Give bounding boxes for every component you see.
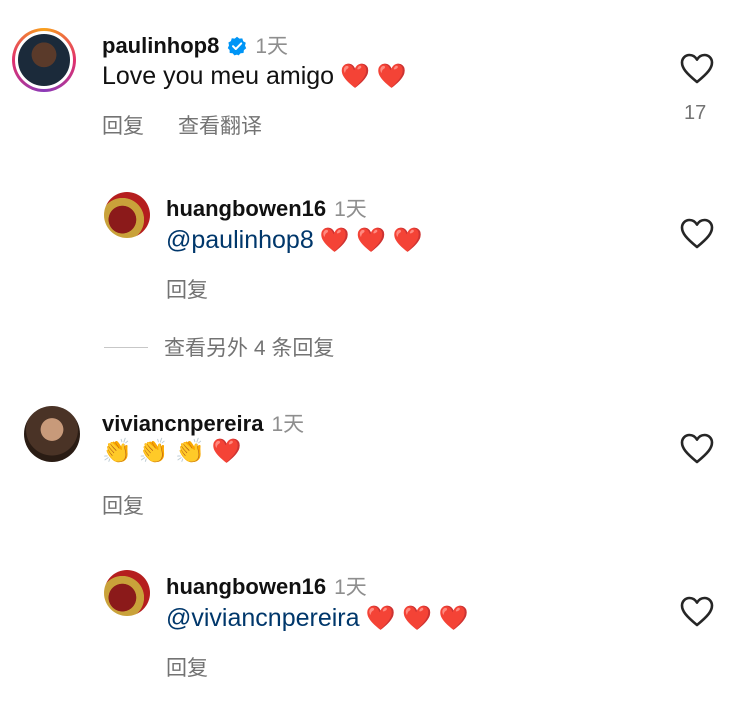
comment-actions: 回复 — [166, 274, 208, 304]
reply-button[interactable]: 回复 — [102, 490, 144, 520]
comment-text-content: Love you meu amigo — [102, 62, 335, 90]
comment-time: 1天 — [271, 413, 305, 436]
avatar-viviancnpereira[interactable] — [24, 406, 80, 462]
comment-username[interactable]: huangbowen16 — [166, 574, 326, 600]
view-more-replies-label: 查看另外 4 条回复 — [164, 337, 335, 360]
comment-username[interactable]: viviancnpereira — [102, 411, 263, 437]
avatar-huangbowen16[interactable] — [104, 192, 150, 238]
comment-username[interactable]: paulinhop8 — [102, 33, 219, 59]
avatar-paulinhop8[interactable] — [12, 28, 76, 92]
comment-time: 1天 — [255, 35, 289, 58]
comment-text: Love you meu amigo ❤️ ❤️ — [102, 62, 407, 91]
reply-button[interactable]: 回复 — [166, 274, 208, 304]
comment-text: 👏 👏 👏 ❤️ — [102, 440, 242, 464]
reply-button[interactable]: 回复 — [102, 110, 144, 140]
comment-text: @viviancnpereira ❤️ ❤️ ❤️ — [166, 604, 469, 633]
comment-time: 1天 — [334, 198, 367, 221]
avatar-huangbowen16[interactable] — [104, 570, 150, 616]
comment-emojis: ❤️ ❤️ — [340, 62, 407, 90]
view-more-replies-button[interactable]: 查看另外 4 条回复 — [104, 332, 334, 362]
mention-link[interactable]: @paulinhop8 — [166, 226, 314, 255]
like-count: 17 — [684, 102, 707, 124]
comment-actions: 回复 — [166, 652, 208, 682]
comment-emojis: ❤️ ❤️ ❤️ — [319, 226, 423, 254]
comment-text: @paulinhop8 ❤️ ❤️ ❤️ — [166, 226, 423, 255]
heart-icon[interactable] — [680, 53, 714, 85]
comment-username[interactable]: huangbowen16 — [166, 196, 326, 222]
see-translation-button[interactable]: 查看翻译 — [178, 110, 262, 140]
comment-time: 1天 — [334, 576, 367, 599]
divider-dash — [104, 346, 148, 348]
heart-icon[interactable] — [680, 218, 714, 250]
comment-actions: 回复 查看翻译 — [102, 110, 262, 140]
comment-emojis: ❤️ ❤️ ❤️ — [365, 604, 469, 632]
comment-emojis: 👏 👏 👏 ❤️ — [102, 438, 242, 465]
mention-link[interactable]: @viviancnpereira — [166, 604, 360, 633]
verified-badge-icon — [228, 36, 247, 56]
comment-actions: 回复 — [102, 490, 144, 520]
heart-icon[interactable] — [680, 433, 714, 465]
heart-icon[interactable] — [680, 596, 714, 628]
reply-button[interactable]: 回复 — [166, 652, 208, 682]
